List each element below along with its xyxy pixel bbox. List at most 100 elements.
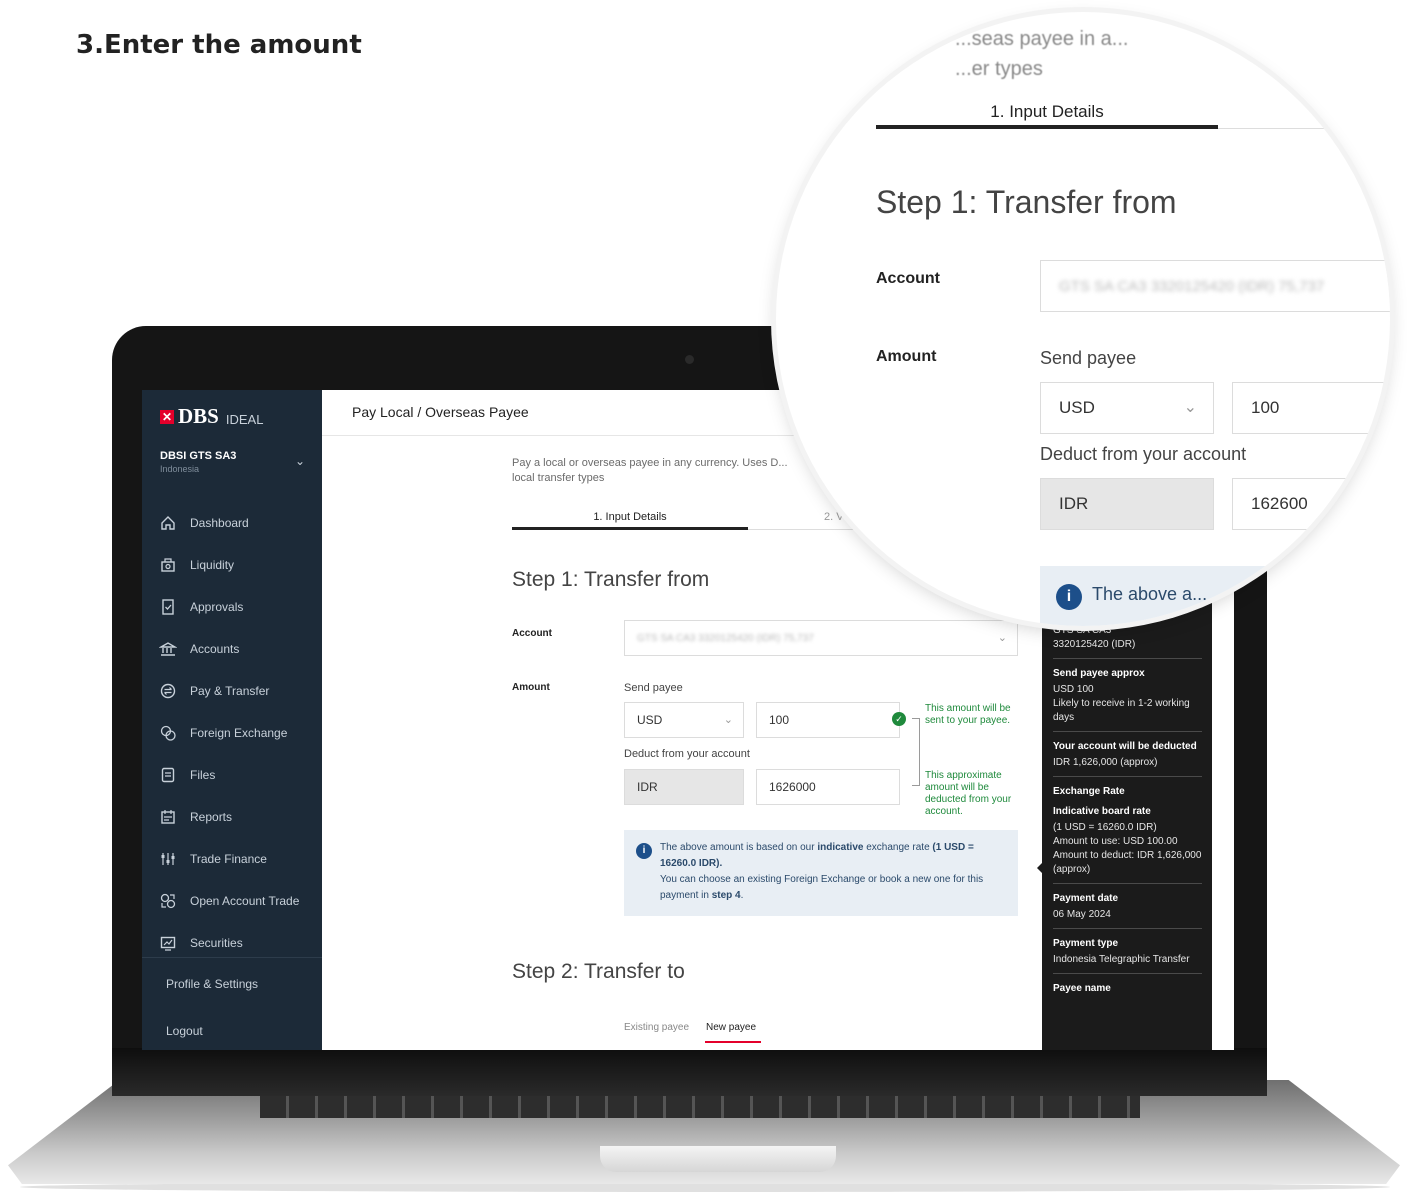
magnified-account-value: GTS SA CA3 3320125420 (IDR) 75,737 xyxy=(1059,277,1325,295)
magnified-description-line: ...er types xyxy=(955,58,1043,80)
new-payee-indicator xyxy=(705,1041,761,1043)
magnified-send-amount-input[interactable]: 100 xyxy=(1232,382,1390,434)
logout-link[interactable]: Logout xyxy=(166,1024,203,1038)
product-name: IDEAL xyxy=(225,411,264,427)
magnified-send-currency-select[interactable]: USD ⌄ xyxy=(1040,382,1214,434)
magnified-send-currency: USD xyxy=(1059,398,1095,417)
magnified-step1-heading: Step 1: Transfer from xyxy=(876,184,1177,220)
laptop-notch xyxy=(600,1146,836,1172)
magnified-info-text: The above a... xyxy=(1092,584,1208,604)
sidebar-item-label: Open Account Trade xyxy=(190,894,300,908)
info-step-link[interactable]: step 4 xyxy=(712,890,741,901)
summary-account-number: 3320125420 (IDR) xyxy=(1053,639,1136,650)
summary-payment-type: Payment type Indonesia Telegraphic Trans… xyxy=(1053,937,1202,974)
sidebar-item-files[interactable]: Files xyxy=(158,754,299,796)
send-amount-input[interactable]: 100 xyxy=(756,702,900,738)
laptop-keyboard xyxy=(260,1096,1140,1118)
sidebar-item-label: Accounts xyxy=(190,642,240,656)
panel-pointer xyxy=(1037,863,1042,873)
sidebar-divider xyxy=(142,957,322,958)
summary-payee: Payee name xyxy=(1053,982,1202,996)
magnified-active-tab-indicator xyxy=(876,125,1218,129)
note-connector xyxy=(912,718,920,786)
sidebar-item-label: Securities xyxy=(190,936,243,950)
magnifier-circle: ...seas payee in a... ...er types 1. Inp… xyxy=(776,12,1390,626)
sidebar-item-label: Trade Finance xyxy=(190,852,267,866)
profile-settings-link[interactable]: Profile & Settings xyxy=(166,977,258,991)
sidebar-item-liquidity[interactable]: Liquidity xyxy=(158,544,299,586)
entity-switcher[interactable]: DBSI GTS SA3 Indonesia ⌄ xyxy=(160,450,305,474)
summary-value: (approx) xyxy=(1053,864,1091,875)
home-icon xyxy=(158,514,178,532)
account-label: Account xyxy=(512,628,552,639)
sidebar-item-label: Approvals xyxy=(190,600,244,614)
magnified-account-select[interactable]: GTS SA CA3 3320125420 (IDR) 75,737 xyxy=(1040,260,1390,312)
summary-value: USD 100 xyxy=(1053,684,1094,695)
tab-new-payee[interactable]: New payee xyxy=(706,1022,756,1033)
summary-value: (1 USD = 16260.0 IDR) xyxy=(1053,822,1157,833)
summary-panel: GTS SA CA3 3320125420 (IDR) Send payee a… xyxy=(1037,590,1212,1050)
page-title: Pay Local / Overseas Payee xyxy=(352,404,529,420)
sidebar-item-trade-finance[interactable]: Trade Finance xyxy=(158,838,299,880)
check-icon: ✓ xyxy=(892,712,906,726)
summary-value: Amount to use: USD 100.00 xyxy=(1053,836,1178,847)
magnified-deduct-label: Deduct from your account xyxy=(1040,444,1247,464)
info-line: The above amount is based on our indicat… xyxy=(660,840,1006,872)
tab-existing-payee[interactable]: Existing payee xyxy=(624,1022,689,1033)
camera-icon xyxy=(685,355,694,364)
sidebar-item-approvals[interactable]: Approvals xyxy=(158,586,299,628)
magnified-tab-input-details[interactable]: 1. Input Details xyxy=(876,102,1218,122)
step2-heading: Step 2: Transfer to xyxy=(512,960,685,983)
send-currency-select[interactable]: USD ⌄ xyxy=(624,702,744,738)
deduct-label: Deduct from your account xyxy=(624,748,750,760)
deduct-amount-value: 1626000 xyxy=(769,780,816,794)
instruction-heading: 3.Enter the amount xyxy=(76,30,362,60)
sidebar: ✕ DBS IDEAL DBSI GTS SA3 Indonesia ⌄ Das… xyxy=(142,390,322,1050)
summary-deduct: Your account will be deducted IDR 1,626,… xyxy=(1053,740,1202,777)
open-account-icon xyxy=(158,892,178,910)
summary-subtitle: Indicative board rate xyxy=(1053,806,1151,817)
deduct-amount-input[interactable]: 1626000 xyxy=(756,769,900,805)
info-icon: i xyxy=(636,843,652,859)
sidebar-item-foreign-exchange[interactable]: Foreign Exchange xyxy=(158,712,299,754)
bank-icon xyxy=(158,640,178,658)
stage: 3.Enter the amount ✕ DBS IDEAL DBSI GTS … xyxy=(0,0,1407,1196)
send-amount-value: 100 xyxy=(769,713,790,727)
step1-heading: Step 1: Transfer from xyxy=(512,568,710,591)
sidebar-item-open-account-trade[interactable]: Open Account Trade xyxy=(158,880,299,922)
sidebar-item-pay-transfer[interactable]: Pay & Transfer xyxy=(158,670,299,712)
magnified-deduct-amount-input[interactable]: 162600 xyxy=(1232,478,1390,530)
magnified-description-line: ...seas payee in a... xyxy=(955,28,1129,50)
sidebar-item-accounts[interactable]: Accounts xyxy=(158,628,299,670)
summary-account: GTS SA CA3 3320125420 (IDR) xyxy=(1053,624,1202,659)
sidebar-item-label: Pay & Transfer xyxy=(190,684,270,698)
summary-title: Payment date xyxy=(1053,893,1119,904)
dbs-mark-icon: ✕ xyxy=(160,409,174,424)
dbs-logo[interactable]: ✕ DBS IDEAL xyxy=(160,404,263,429)
info-line: You can choose an existing Foreign Excha… xyxy=(660,872,1006,904)
summary-title: Your account will be deducted xyxy=(1053,741,1197,752)
magnified-account-label: Account xyxy=(876,270,940,287)
sidebar-nav: Dashboard Liquidity Approvals Accounts P… xyxy=(158,502,299,964)
summary-value: 06 May 2024 xyxy=(1053,909,1111,920)
magnified-send-payee-label: Send payee xyxy=(1040,348,1137,368)
sidebar-item-dashboard[interactable]: Dashboard xyxy=(158,502,299,544)
amount-label: Amount xyxy=(512,682,550,693)
magnified-description: ...seas payee in a... ...er types xyxy=(955,24,1128,84)
summary-title: Send payee approx xyxy=(1053,668,1145,679)
file-icon xyxy=(158,766,178,784)
reports-icon xyxy=(158,808,178,826)
magnified-deduct-currency: IDR xyxy=(1040,478,1214,530)
summary-send-payee: Send payee approx USD 100 Likely to rece… xyxy=(1053,667,1202,732)
summary-title: Payment type xyxy=(1053,938,1119,949)
deduct-amount-note: This approximate amount will be deducted… xyxy=(925,770,1012,817)
sidebar-item-reports[interactable]: Reports xyxy=(158,796,299,838)
summary-title: Payee name xyxy=(1053,983,1111,994)
summary-title: Exchange Rate xyxy=(1053,786,1125,797)
summary-value: Amount to deduct: IDR 1,626,000 xyxy=(1053,850,1202,861)
exchange-icon xyxy=(158,724,178,742)
entity-name: DBSI GTS SA3 xyxy=(160,450,237,462)
send-amount-note: This amount will be sent to your payee. xyxy=(925,703,1011,726)
tab-input-details[interactable]: 1. Input Details xyxy=(512,511,748,523)
chevron-down-icon: ⌄ xyxy=(294,454,305,468)
